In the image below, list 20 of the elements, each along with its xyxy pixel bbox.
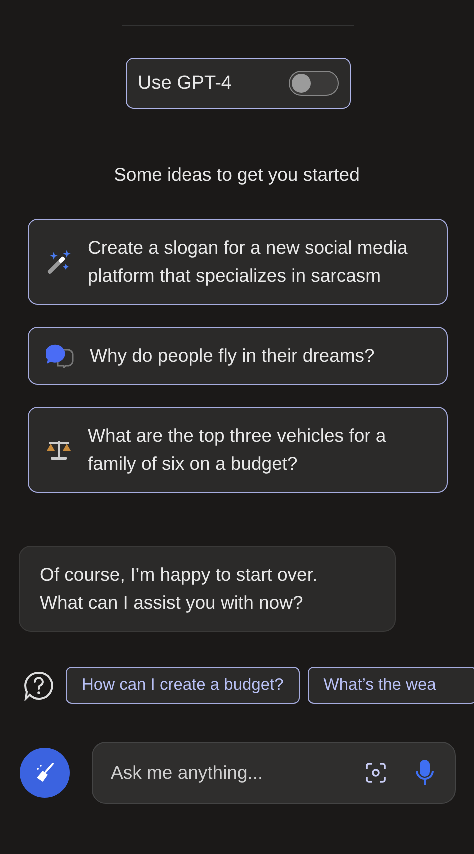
- question-bubble-icon[interactable]: [24, 670, 54, 700]
- idea-text: Create a slogan for a new social media platform that specializes in sarcasm: [88, 236, 408, 288]
- suggestion-chip[interactable]: How can I create a budget?: [66, 667, 300, 704]
- toggle-switch[interactable]: [289, 71, 339, 96]
- new-topic-button[interactable]: [20, 748, 70, 798]
- toggle-label: Use GPT-4: [138, 72, 232, 94]
- chat-bubbles-icon: [46, 344, 74, 368]
- idea-card[interactable]: Create a slogan for a new social media platform that specializes in sarcasm: [28, 219, 448, 305]
- microphone-icon[interactable]: [415, 759, 435, 787]
- ask-input-field[interactable]: Ask me anything...: [109, 761, 337, 785]
- magic-wand-icon: [46, 249, 72, 275]
- idea-text: Why do people fly in their dreams?: [90, 344, 375, 368]
- idea-text: What are the top three vehicles for a family of six on a budget?: [88, 424, 388, 476]
- camera-scan-icon[interactable]: [365, 762, 387, 784]
- ideas-heading: Some ideas to get you started: [113, 164, 361, 186]
- idea-card[interactable]: Why do people fly in their dreams?: [28, 327, 448, 385]
- bot-message: Of course, I’m happy to start over. What can I assist you with now?: [19, 546, 396, 632]
- scales-icon: [46, 439, 72, 461]
- suggestion-chip[interactable]: What’s the wea: [308, 667, 474, 704]
- idea-card[interactable]: What are the top three vehicles for a family of six on a budget?: [28, 407, 448, 493]
